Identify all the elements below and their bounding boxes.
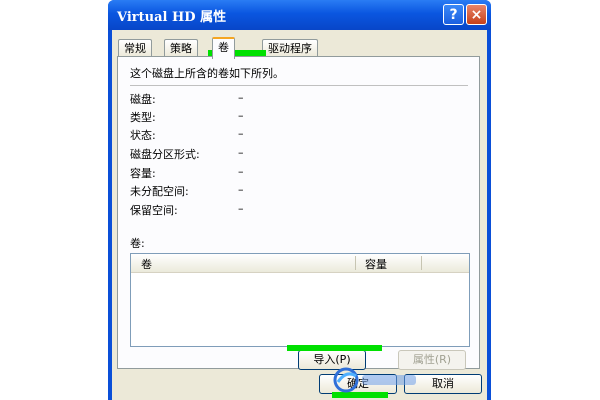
- volumes-list[interactable]: 卷 容量: [130, 253, 470, 347]
- type-value: –: [238, 109, 244, 122]
- watermark-logo: [333, 367, 416, 393]
- window-title: Virtual HD 属性: [117, 10, 227, 25]
- reserved-space-label: 保留空间:: [130, 204, 178, 217]
- disk-value: –: [238, 91, 244, 104]
- column-header-volume[interactable]: 卷: [141, 256, 152, 272]
- volumes-list-header: 卷 容量: [131, 254, 469, 273]
- unallocated-space-value: –: [238, 183, 244, 196]
- tab-general[interactable]: 常规: [118, 39, 152, 57]
- status-label: 状态:: [130, 129, 156, 142]
- unallocated-space-label: 未分配空间:: [130, 185, 189, 198]
- status-value: –: [238, 127, 244, 140]
- tab-policies[interactable]: 策略: [164, 39, 198, 57]
- volumes-intro-text: 这个磁盘上所含的卷如下所列。: [130, 67, 284, 80]
- tab-volumes[interactable]: 卷: [212, 37, 235, 59]
- import-highlight-mark: [287, 345, 382, 351]
- column-header-capacity[interactable]: 容量: [365, 256, 387, 272]
- close-button[interactable]: ×: [466, 4, 487, 25]
- tab-driver[interactable]: 驱动程序: [262, 39, 318, 57]
- divider: [130, 85, 468, 86]
- column-divider[interactable]: [355, 256, 356, 270]
- type-label: 类型:: [130, 111, 156, 124]
- disk-label: 磁盘:: [130, 93, 156, 106]
- reserved-space-value: –: [238, 202, 244, 215]
- capacity-label: 容量:: [130, 167, 156, 180]
- partition-style-value: –: [238, 146, 244, 159]
- partition-style-label: 磁盘分区形式:: [130, 148, 200, 161]
- help-button[interactable]: ?: [443, 4, 464, 25]
- capacity-value: –: [238, 165, 244, 178]
- volumes-list-label: 卷:: [130, 237, 145, 250]
- properties-dialog: Virtual HD 属性 ? × 常规 策略 卷 驱动程序 这个磁盘上所含的卷…: [108, 0, 491, 400]
- column-divider[interactable]: [421, 256, 422, 270]
- tab-panel-volumes: 这个磁盘上所含的卷如下所列。 磁盘: – 类型: – 状态: – 磁盘分区形式:…: [117, 56, 480, 370]
- dialog-client: 常规 策略 卷 驱动程序 这个磁盘上所含的卷如下所列。 磁盘: – 类型: – …: [112, 30, 487, 400]
- title-bar[interactable]: Virtual HD 属性 ? ×: [108, 0, 491, 30]
